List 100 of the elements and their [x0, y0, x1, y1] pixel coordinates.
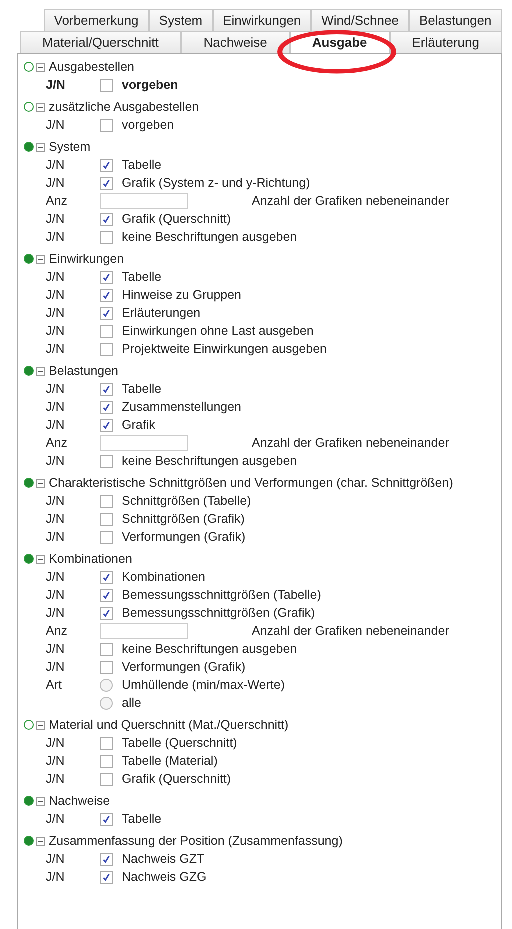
field-label: J/N: [46, 512, 65, 526]
section-title: System: [49, 140, 91, 154]
checkbox[interactable]: [100, 400, 113, 414]
option-label: Bemessungsschnittgrößen (Tabelle): [122, 588, 322, 602]
checkbox[interactable]: [100, 324, 113, 338]
checkbox[interactable]: [100, 418, 113, 432]
option-label: Nachweis GZG: [122, 870, 207, 884]
field-label: J/N: [46, 494, 65, 508]
number-field[interactable]: [100, 623, 188, 639]
checkbox[interactable]: [100, 736, 113, 750]
field-label: J/N: [46, 78, 66, 92]
tab[interactable]: Vorbemerkung: [44, 9, 150, 31]
checkbox[interactable]: [100, 118, 113, 132]
collapse-icon[interactable]: [36, 366, 45, 376]
section-title: Belastungen: [49, 364, 119, 378]
option-label: Kombinationen: [122, 570, 206, 584]
option-label: Grafik (System z- und y-Richtung): [122, 176, 310, 190]
collapse-icon[interactable]: [36, 254, 45, 264]
tab[interactable]: Material/Querschnitt: [20, 31, 182, 53]
field-label: J/N: [46, 660, 65, 674]
field-label: J/N: [46, 736, 65, 750]
checkbox[interactable]: [100, 772, 113, 786]
option-label: Schnittgrößen (Tabelle): [122, 494, 252, 508]
checkbox[interactable]: [100, 230, 113, 244]
field-label: J/N: [46, 606, 65, 620]
checkbox[interactable]: [100, 288, 113, 302]
checkbox[interactable]: [100, 530, 113, 544]
collapse-icon[interactable]: [36, 836, 45, 846]
option-label: keine Beschriftungen ausgeben: [122, 642, 298, 656]
collapse-icon[interactable]: [36, 478, 45, 488]
option-label: Tabelle: [122, 270, 162, 284]
checkbox[interactable]: [100, 78, 113, 92]
checkbox[interactable]: [100, 306, 113, 320]
option-label: Tabelle: [122, 812, 162, 826]
number-field[interactable]: [100, 435, 188, 451]
option-label: Tabelle (Material): [122, 754, 218, 768]
checkbox[interactable]: [100, 512, 113, 526]
tab[interactable]: Nachweise: [181, 31, 290, 53]
checkbox[interactable]: [100, 212, 113, 226]
collapse-icon[interactable]: [36, 62, 45, 72]
checkbox[interactable]: [100, 158, 113, 172]
field-label: J/N: [46, 570, 65, 584]
checkbox[interactable]: [100, 588, 113, 602]
option-label: Zusammenstellungen: [122, 400, 242, 414]
field-label: J/N: [46, 212, 65, 226]
checkbox[interactable]: [100, 660, 113, 674]
option-label: Einwirkungen ohne Last ausgeben: [122, 324, 314, 338]
checkbox[interactable]: [100, 454, 113, 468]
collapse-icon[interactable]: [36, 142, 45, 152]
option-label: Schnittgrößen (Grafik): [122, 512, 245, 526]
collapse-icon[interactable]: [36, 554, 45, 564]
option-label: Tabelle: [122, 382, 162, 396]
field-note: Anzahl der Grafiken nebeneinander: [252, 436, 450, 450]
field-label: Anz: [46, 436, 68, 450]
tab[interactable]: Belastungen: [409, 9, 502, 31]
tab[interactable]: System: [149, 9, 213, 31]
checkbox[interactable]: [100, 342, 113, 356]
field-label: J/N: [46, 342, 65, 356]
collapse-icon[interactable]: [36, 102, 45, 112]
field-label: J/N: [46, 772, 65, 786]
number-field[interactable]: [100, 193, 188, 209]
section-title: Einwirkungen: [49, 252, 124, 266]
section-title: Charakteristische Schnittgrößen und Verformungen (char. Schnittgrößen): [49, 476, 454, 490]
option-label: vorgeben: [122, 78, 178, 92]
checkbox[interactable]: [100, 754, 113, 768]
collapse-icon[interactable]: [36, 796, 45, 806]
checkbox[interactable]: [100, 176, 113, 190]
field-label: Anz: [46, 624, 68, 638]
field-label: J/N: [46, 288, 65, 302]
checkbox[interactable]: [100, 870, 113, 884]
field-label: Anz: [46, 194, 68, 208]
option-label: vorgeben: [122, 118, 174, 132]
checkbox[interactable]: [100, 642, 113, 656]
collapse-icon[interactable]: [36, 720, 45, 730]
section-title: Material und Querschnitt (Mat./Querschnitt): [49, 718, 289, 732]
option-label: Grafik (Querschnitt): [122, 212, 232, 226]
tab[interactable]: Einwirkungen: [212, 9, 312, 31]
field-label: J/N: [46, 158, 65, 172]
field-label: J/N: [46, 400, 65, 414]
field-label: J/N: [46, 530, 65, 544]
checkbox[interactable]: [100, 494, 113, 508]
checkbox[interactable]: [100, 570, 113, 584]
checkbox[interactable]: [100, 812, 113, 826]
field-label: J/N: [46, 418, 65, 432]
checkbox[interactable]: [100, 382, 113, 396]
option-label: Verformungen (Grafik): [122, 660, 246, 674]
tab[interactable]: Erläuterung: [390, 31, 502, 53]
radio-button[interactable]: [100, 678, 113, 692]
option-label: keine Beschriftungen ausgeben: [122, 454, 298, 468]
field-label: J/N: [46, 118, 65, 132]
checkbox[interactable]: [100, 606, 113, 620]
field-label: J/N: [46, 270, 65, 284]
option-label: Projektweite Einwirkungen ausgeben: [122, 342, 327, 356]
section-title: zusätzliche Ausgabestellen: [49, 100, 200, 114]
section-title: Zusammenfassung der Position (Zusammenfassung): [49, 834, 343, 848]
option-label: Erläuterungen: [122, 306, 201, 320]
checkbox[interactable]: [100, 270, 113, 284]
checkbox[interactable]: [100, 852, 113, 866]
radio-button[interactable]: [100, 696, 113, 710]
tab[interactable]: Wind/Schnee: [311, 9, 410, 31]
